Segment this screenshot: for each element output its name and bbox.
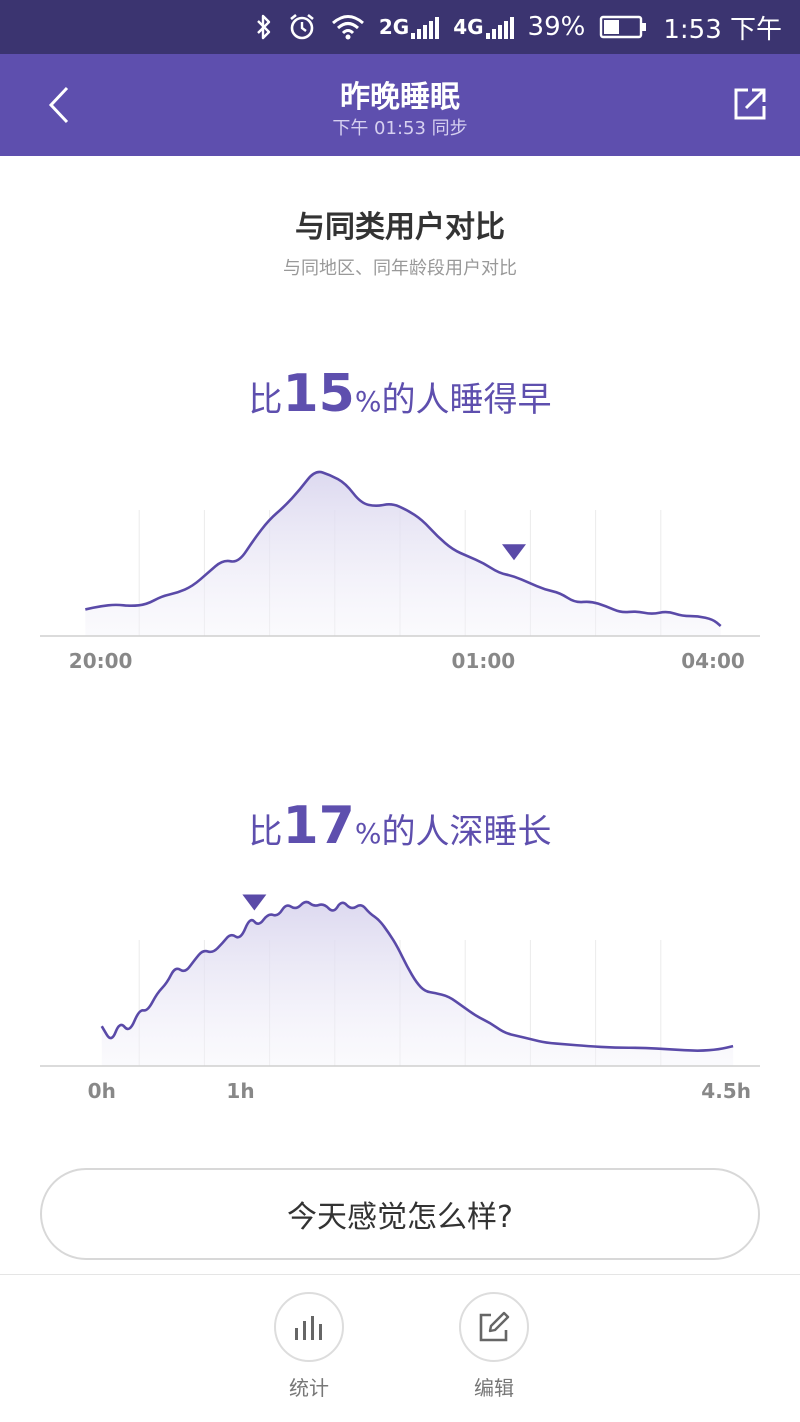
signal-icon: [411, 17, 440, 39]
x-tick-label: 1h: [226, 1079, 254, 1103]
status-bar: 2G 4G 39% 1:53 下午: [0, 0, 800, 54]
stat2-number: 17: [282, 796, 355, 856]
stat2-percent: %: [354, 817, 382, 850]
x-tick-label: 4.5h: [701, 1079, 751, 1103]
x-tick-label: 04:00: [681, 649, 745, 673]
x-tick-label: 01:00: [452, 649, 516, 673]
bedtime-comparison: 比15%的人睡得早: [0, 364, 800, 432]
user-position-marker: [242, 894, 267, 911]
sync-time: 下午 01:53 同步: [332, 118, 468, 139]
stat1-prefix: 比: [248, 380, 283, 420]
app-bar: 昨晚睡眠 下午 01:53 同步: [0, 54, 800, 156]
edit-icon: [479, 1311, 510, 1342]
divider: [0, 1274, 800, 1275]
edit-circle: [459, 1292, 529, 1362]
deep-sleep-comparison: 比17%的人深睡长: [0, 796, 800, 864]
deep-sleep-distribution-chart: 0h 1h 4.5h: [40, 894, 760, 1103]
section-title: 与同类用户对比: [295, 210, 505, 245]
page-title: 昨晚睡眠: [340, 80, 460, 115]
network-2g-label: 2G: [378, 15, 410, 39]
edit-label: 编辑: [474, 1376, 514, 1400]
bar-chart-icon: [295, 1316, 322, 1340]
share-icon: [734, 88, 766, 120]
x-tick-label: 20:00: [69, 649, 133, 673]
x-tick-label: 0h: [88, 1079, 116, 1103]
user-position-marker: [502, 544, 526, 561]
network-4g-label: 4G: [453, 15, 484, 39]
signal-4g: 4G: [453, 15, 514, 39]
stats-label: 统计: [289, 1376, 329, 1400]
stat2-suffix: 的人深睡长: [381, 812, 552, 852]
bluetooth-icon: [255, 13, 273, 41]
alarm-icon: [287, 12, 317, 42]
feeling-button[interactable]: 今天感觉怎么样?: [40, 1168, 760, 1260]
stat2-prefix: 比: [248, 812, 283, 852]
wifi-icon: [331, 14, 365, 40]
stats-button[interactable]: 统计: [264, 1292, 354, 1401]
edit-button[interactable]: 编辑: [449, 1292, 539, 1401]
stat1-percent: %: [354, 385, 382, 418]
stats-circle: [274, 1292, 344, 1362]
share-button[interactable]: [728, 82, 772, 126]
bedtime-distribution-chart: 20:00 01:00 04:00: [40, 470, 760, 673]
battery-percent: 39%: [527, 12, 586, 42]
stat1-number: 15: [282, 364, 355, 424]
clock: 1:53 下午: [663, 14, 782, 45]
signal-icon: [485, 17, 514, 39]
stat1-suffix: 的人睡得早: [381, 380, 552, 420]
section-subtitle: 与同地区、同年龄段用户对比: [283, 258, 517, 279]
battery-icon: [599, 14, 649, 40]
signal-2g: 2G: [378, 15, 440, 39]
